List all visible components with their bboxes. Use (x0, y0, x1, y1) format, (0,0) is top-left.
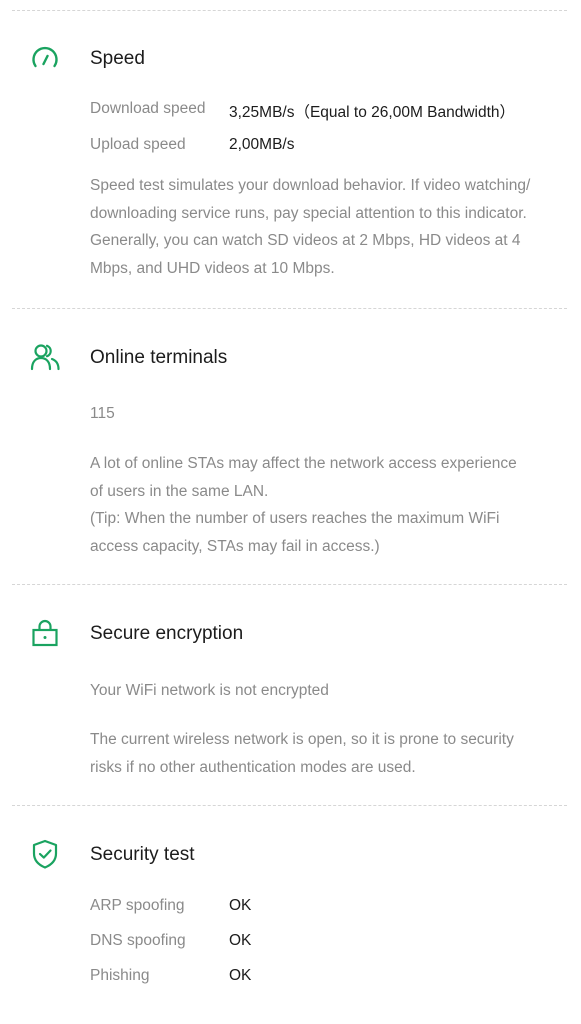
speed-description-line: Speed test simulates your download behav… (90, 177, 531, 194)
terminals-description-line: access capacity, STAs may fail in access… (90, 537, 380, 555)
divider (12, 10, 567, 11)
phishing-result: OK (229, 967, 252, 984)
online-terminals-title: Online terminals (90, 347, 228, 368)
terminal-count: 115 (90, 405, 115, 422)
arp-spoofing-label: ARP spoofing (90, 897, 185, 914)
terminals-description-line: A lot of online STAs may affect the netw… (90, 455, 517, 472)
divider (12, 308, 567, 309)
dns-spoofing-label: DNS spoofing (90, 932, 186, 949)
encryption-description-line: risks if no other authentication modes a… (90, 758, 416, 776)
encryption-status: Your WiFi network is not encrypted (90, 682, 329, 699)
download-speed-label: Download speed (90, 100, 206, 117)
terminals-description: A lot of online STAs may affect the netw… (90, 450, 560, 560)
upload-speed-label: Upload speed (90, 136, 186, 153)
shield-check-icon (30, 838, 60, 869)
speed-description-line: Mbps, and UHD videos at 10 Mbps. (90, 259, 335, 277)
speed-description-line: downloading service runs, pay special at… (90, 204, 527, 222)
terminals-description-line: of users in the same LAN. (90, 482, 269, 500)
encryption-description-line: The current wireless network is open, so… (90, 731, 514, 748)
encryption-description: The current wireless network is open, so… (90, 726, 560, 781)
arp-spoofing-result: OK (229, 897, 252, 914)
terminals-description-line: (Tip: When the number of users reaches t… (90, 510, 500, 527)
security-test-title: Security test (90, 844, 195, 865)
speedometer-icon (30, 44, 60, 74)
speed-description: Speed test simulates your download behav… (90, 172, 560, 282)
users-icon (30, 342, 60, 372)
speed-title: Speed (90, 48, 145, 69)
download-speed-value: 3,25MB/s（Equal to 26,00M Bandwidth） (229, 104, 516, 121)
secure-encryption-title: Secure encryption (90, 623, 244, 644)
phishing-label: Phishing (90, 967, 150, 984)
upload-speed-value: 2,00MB/s (229, 136, 295, 153)
network-diagnosis-page: Speed Download speed 3,25MB/s（Equal to 2… (0, 0, 581, 1024)
dns-spoofing-result: OK (229, 932, 252, 949)
lock-icon (30, 618, 60, 648)
divider (12, 805, 567, 806)
divider (12, 584, 567, 585)
speed-description-line: Generally, you can watch SD videos at 2 … (90, 232, 521, 249)
